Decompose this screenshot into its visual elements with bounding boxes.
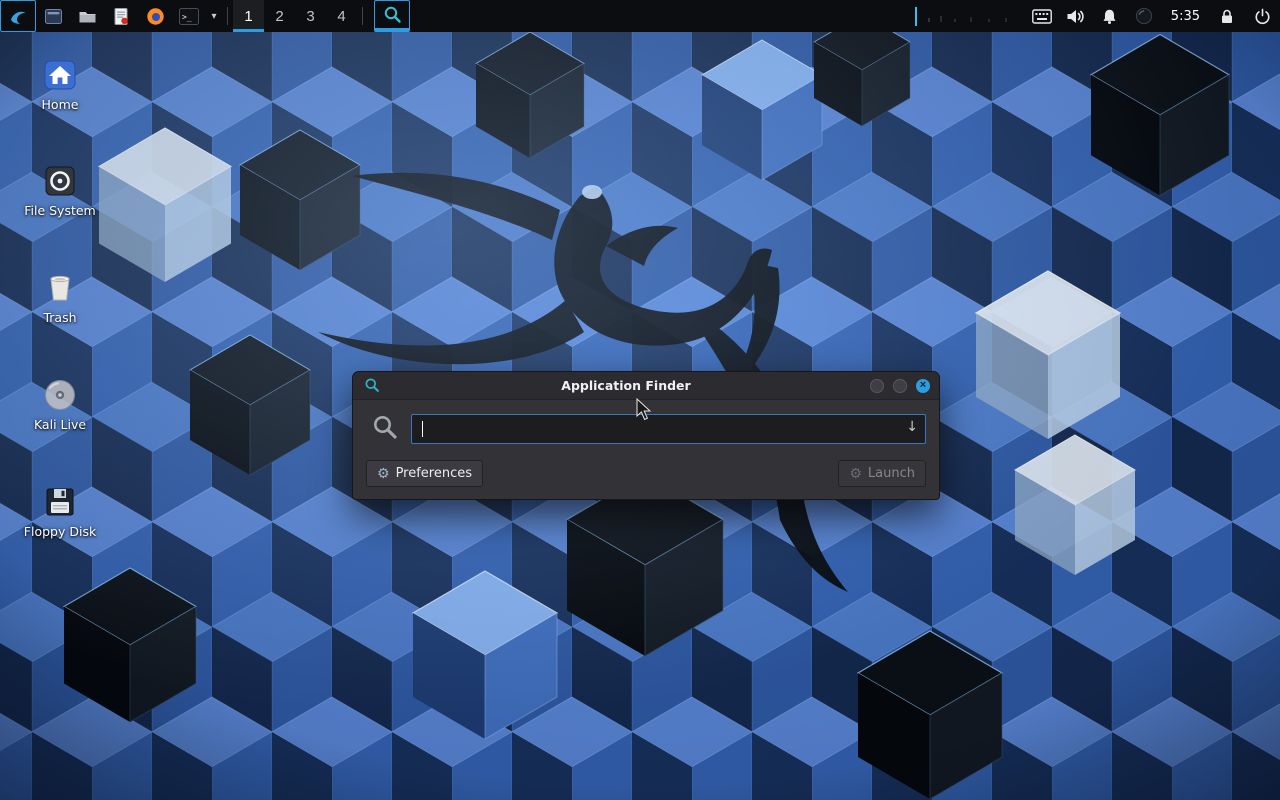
desktop-icon-label: Floppy Disk (10, 524, 110, 539)
workspace-4[interactable]: 4 (326, 0, 357, 32)
volume-button[interactable] (1059, 0, 1093, 32)
workspace-2[interactable]: 2 (264, 0, 295, 32)
status-orb-icon (1135, 7, 1153, 25)
notifications-button[interactable] (1093, 0, 1127, 32)
text-editor-icon (112, 7, 130, 26)
speaker-icon (1066, 8, 1085, 25)
preferences-button-label: Preferences (396, 466, 472, 481)
power-icon (1254, 8, 1271, 25)
file-manager-icon (44, 7, 63, 26)
svg-text:>_: >_ (182, 12, 192, 21)
applications-menu-button[interactable] (0, 0, 36, 32)
desktop-icon-kali-live[interactable]: Kali Live (10, 378, 110, 432)
launch-button[interactable]: ⚙ Launch (838, 460, 926, 487)
terminal-icon: >_ (179, 8, 199, 25)
workspace-1[interactable]: 1 (233, 0, 264, 32)
panel-separator (362, 7, 363, 25)
titlebar[interactable]: Application Finder × (353, 372, 939, 400)
text-editor-launcher[interactable] (104, 0, 138, 32)
launch-icon: ⚙ (849, 467, 862, 481)
mouse-cursor (636, 398, 656, 422)
gear-icon: ⚙ (377, 467, 390, 481)
disc-icon (10, 378, 110, 412)
search-input-wrap: ↓ (411, 414, 926, 444)
application-finder-task-icon (383, 5, 402, 24)
preferences-button[interactable]: ⚙ Preferences (366, 460, 483, 487)
launch-button-label: Launch (868, 466, 915, 481)
top-panel: >_ ▾ 1 2 3 4 (0, 0, 1280, 32)
keyboard-indicator-button[interactable] (1025, 0, 1059, 32)
desktop-icon-label: File System (10, 203, 110, 218)
lock-icon (1219, 8, 1235, 25)
launcher-dropdown-button[interactable]: ▾ (206, 0, 222, 32)
workspace-3[interactable]: 3 (295, 0, 326, 32)
lock-screen-button[interactable] (1210, 0, 1244, 32)
folder-launcher[interactable] (70, 0, 104, 32)
bell-icon (1101, 8, 1118, 25)
maximize-button[interactable] (893, 379, 907, 393)
taskbar-application-finder[interactable] (374, 0, 410, 32)
application-finder-window: Application Finder × (352, 371, 940, 500)
firefox-icon (146, 7, 165, 26)
status-orb-button[interactable] (1127, 0, 1161, 32)
clock[interactable]: 5:35 (1161, 0, 1210, 32)
desktop-icon-home[interactable]: Home (10, 58, 110, 112)
desktop-icon-label: Trash (10, 310, 110, 325)
firefox-launcher[interactable] (138, 0, 172, 32)
folder-icon (78, 7, 97, 26)
chevron-down-icon: ▾ (211, 11, 216, 22)
dropdown-arrow-icon[interactable]: ↓ (906, 419, 918, 435)
close-button[interactable]: × (916, 379, 930, 393)
minimize-button[interactable] (870, 379, 884, 393)
desktop-icon-floppy-disk[interactable]: Floppy Disk (10, 485, 110, 539)
panel-separator (227, 7, 228, 25)
desktop-icon-label: Home (10, 97, 110, 112)
trash-icon (10, 271, 110, 305)
application-finder-window-icon (364, 377, 380, 397)
text-caret (422, 421, 423, 437)
desktop-icon-file-system[interactable]: File System (10, 164, 110, 218)
search-icon (372, 414, 398, 444)
home-icon (10, 58, 110, 92)
desktop-icon-label: Kali Live (10, 417, 110, 432)
file-manager-launcher[interactable] (36, 0, 70, 32)
kali-logo-icon (8, 6, 28, 26)
keyboard-icon (1032, 9, 1052, 24)
panel-spacer (410, 0, 907, 32)
search-input[interactable] (411, 414, 926, 444)
close-icon: × (920, 380, 926, 391)
desktop-icon-trash[interactable]: Trash (10, 271, 110, 325)
floppy-icon (10, 485, 110, 519)
drive-icon (10, 164, 110, 198)
workspace-switcher: 1 2 3 4 (233, 0, 357, 32)
window-title: Application Finder (393, 378, 859, 393)
desktop-screen: >_ ▾ 1 2 3 4 (0, 0, 1280, 800)
terminal-launcher[interactable]: >_ (172, 0, 206, 32)
monitor-graph-icon (911, 0, 1021, 32)
logout-button[interactable] (1244, 0, 1280, 32)
monitor-graph (907, 0, 1025, 32)
